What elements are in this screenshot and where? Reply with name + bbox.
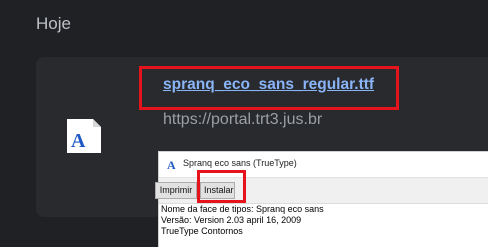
font-outline-type: TrueType Contornos	[161, 226, 243, 236]
print-button[interactable]: Imprimir	[155, 182, 197, 199]
font-window-toolbar: Imprimir Instalar	[155, 177, 488, 204]
font-window-title: Spranq eco sans (TrueType)	[183, 158, 297, 168]
font-info-panel: Nome da face de tipos: Spranq eco sans V…	[159, 204, 488, 237]
svg-text:A: A	[71, 130, 86, 152]
font-face-name: Nome da face de tipos: Spranq eco sans	[161, 204, 324, 214]
font-app-icon: A	[167, 158, 176, 170]
file-icon-container: A	[66, 118, 102, 154]
file-source-url: https://portal.trt3.jus.br	[163, 111, 323, 128]
svg-text:A: A	[167, 158, 176, 170]
font-viewer-window: A Spranq eco sans (TrueType) Imprimir In…	[155, 151, 488, 247]
file-name-link[interactable]: spranq_eco_sans_regular.ttf	[163, 76, 374, 94]
section-title: Hoje	[36, 14, 71, 33]
install-button[interactable]: Instalar	[200, 182, 235, 199]
font-window-titlebar: A Spranq eco sans (TrueType)	[159, 152, 488, 177]
font-file-icon: A	[67, 119, 101, 153]
font-version: Versão: Version 2.03 april 16, 2009	[161, 215, 302, 225]
